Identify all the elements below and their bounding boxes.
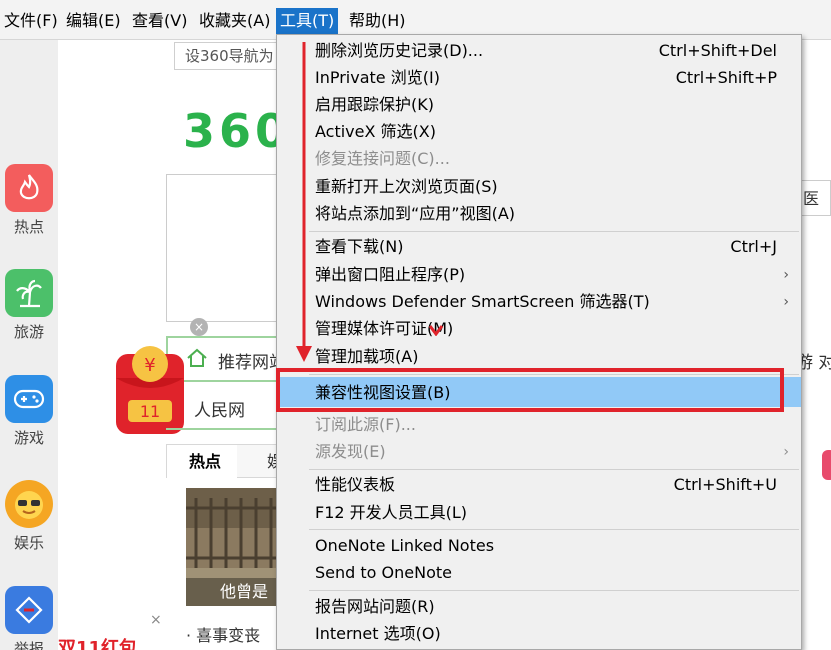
menu-separator [309,469,799,470]
menu-item-shortcut: Ctrl+Shift+Del [658,41,777,60]
menu-item-internet-options[interactable]: Internet 选项(O) [277,620,801,647]
left-rail: 热点 旅游 游戏 娱乐 举报 [0,40,58,650]
rail-label: 游戏 [13,429,44,447]
menu-item-inprivate[interactable]: InPrivate 浏览(I) Ctrl+Shift+P [277,64,801,91]
menu-item-label: 性能仪表板 [315,475,396,494]
menu-item-label: Send to OneNote [315,563,452,582]
menu-item-manage-addons[interactable]: 管理加载项(A) [277,343,801,370]
menu-item-label: 弹出窗口阻止程序(P) [315,265,466,284]
menu-separator [309,590,799,591]
menu-item-send-to-onenote[interactable]: Send to OneNote [277,559,801,586]
menu-item-label: 管理加载项(A) [315,347,419,366]
side-widget-icon[interactable] [822,450,831,480]
menu-file[interactable]: 文件(F) [0,8,62,34]
menu-item-subscribe-feed: 订阅此源(F)... [277,411,801,438]
menu-item-shortcut: Ctrl+Shift+P [675,68,777,87]
menu-item-view-downloads[interactable]: 查看下载(N) Ctrl+J [277,233,801,260]
menu-item-label: 订阅此源(F)... [315,415,416,434]
menu-help[interactable]: 帮助(H) [345,8,410,34]
menu-separator [309,231,799,232]
rail-item-games[interactable]: 游戏 [0,375,58,448]
logo-360[interactable]: 360 [183,104,291,158]
rail-label: 热点 [13,218,44,236]
gamepad-icon [5,375,53,423]
menu-item-label: 修复连接问题(C)... [315,149,450,168]
menu-item-label: 报告网站问题(R) [315,597,435,616]
report-icon [5,586,53,634]
menu-item-label: Internet 选项(O) [315,624,441,643]
svg-text:¥: ¥ [144,355,155,376]
rail-item-hot[interactable]: 热点 [0,164,58,237]
promo-banner-text[interactable]: 双11红包 [58,634,137,650]
sunglasses-face-icon [5,480,53,528]
menu-item-shortcut: Ctrl+J [730,237,777,256]
close-icon[interactable]: × [190,318,208,336]
menu-item-delete-history[interactable]: 删除浏览历史记录(D)... Ctrl+Shift+Del [277,37,801,64]
news-tabs: 热点 娱 [166,444,286,479]
palm-tree-icon [5,269,53,317]
news-photo[interactable]: 他曾是 [186,488,286,606]
menu-item-label: 源发现(E) [315,442,386,461]
cursor-mark-icon [428,325,444,336]
rail-label: 旅游 [13,323,44,341]
menu-item-tracking-protection[interactable]: 启用跟踪保护(K) [277,91,801,118]
menu-item-label: ActiveX 筛选(X) [315,122,436,141]
menu-item-fix-connection: 修复连接问题(C)... [277,145,801,172]
news-list-item[interactable]: · 喜事变丧 [186,622,260,646]
rail-label: 举报 [13,640,44,650]
site-renmin-row: 人民网 [166,384,286,430]
rail-item-entertainment[interactable]: 娱乐 [0,480,58,553]
home-icon[interactable] [186,348,208,372]
menu-item-label: F12 开发人员工具(L) [315,503,468,522]
tools-dropdown-menu: 删除浏览历史记录(D)... Ctrl+Shift+Del InPrivate … [276,34,802,650]
menu-item-f12-devtools[interactable]: F12 开发人员工具(L) [277,499,801,526]
menu-item-popup-blocker[interactable]: 弹出窗口阻止程序(P) › [277,261,801,288]
annotation-arrow [296,42,312,362]
compat-view-highlight-box [276,368,784,412]
tab-hot[interactable]: 热点 [167,445,237,479]
menu-item-label: 重新打开上次浏览页面(S) [315,177,498,196]
menu-item-add-to-apps[interactable]: 将站点添加到“应用”视图(A) [277,200,801,227]
menu-item-label: 启用跟踪保护(K) [315,95,434,114]
menu-item-report-site[interactable]: 报告网站问题(R) [277,593,801,620]
menu-item-label: OneNote Linked Notes [315,536,495,555]
flame-icon [5,164,53,212]
menu-item-feed-discovery: 源发现(E) › [277,438,801,465]
submenu-arrow-icon: › [783,294,789,310]
menu-item-shortcut: Ctrl+Shift+U [673,475,777,494]
close-small-icon[interactable]: × [150,612,162,628]
menu-item-performance-dashboard[interactable]: 性能仪表板 Ctrl+Shift+U [277,471,801,498]
submenu-arrow-icon: › [783,267,789,283]
site-link-renmin[interactable]: 人民网 [194,396,245,421]
menu-edit[interactable]: 编辑(E) [62,8,125,34]
menu-favorites[interactable]: 收藏夹(A) [195,8,274,34]
menu-item-label: 将站点添加到“应用”视图(A) [315,204,516,223]
svg-text:11: 11 [140,402,160,421]
menu-item-reopen-session[interactable]: 重新打开上次浏览页面(S) [277,173,801,200]
rail-item-report[interactable]: 举报 [0,586,58,650]
search-panel [166,174,286,322]
menu-item-label: InPrivate 浏览(I) [315,68,440,87]
menu-item-smartscreen[interactable]: Windows Defender SmartScreen 筛选器(T) › [277,288,801,315]
menu-item-activex-filter[interactable]: ActiveX 筛选(X) [277,118,801,145]
menu-tools[interactable]: 工具(T) [276,8,339,34]
rail-item-travel[interactable]: 旅游 [0,269,58,342]
menu-item-label: 查看下载(N) [315,237,404,256]
menu-item-media-licenses[interactable]: 管理媒体许可证(M) [277,315,801,342]
menu-view[interactable]: 查看(V) [128,8,191,34]
menu-item-label: 删除浏览历史记录(D)... [315,41,484,60]
rail-label: 娱乐 [13,534,44,552]
submenu-arrow-icon: › [783,444,789,460]
menu-separator [309,529,799,530]
menu-item-onenote-linked[interactable]: OneNote Linked Notes [277,532,801,559]
menu-item-label: Windows Defender SmartScreen 筛选器(T) [315,292,650,311]
search-input[interactable]: 设360导航为 [174,42,278,70]
photo-caption: 他曾是 [220,582,269,601]
